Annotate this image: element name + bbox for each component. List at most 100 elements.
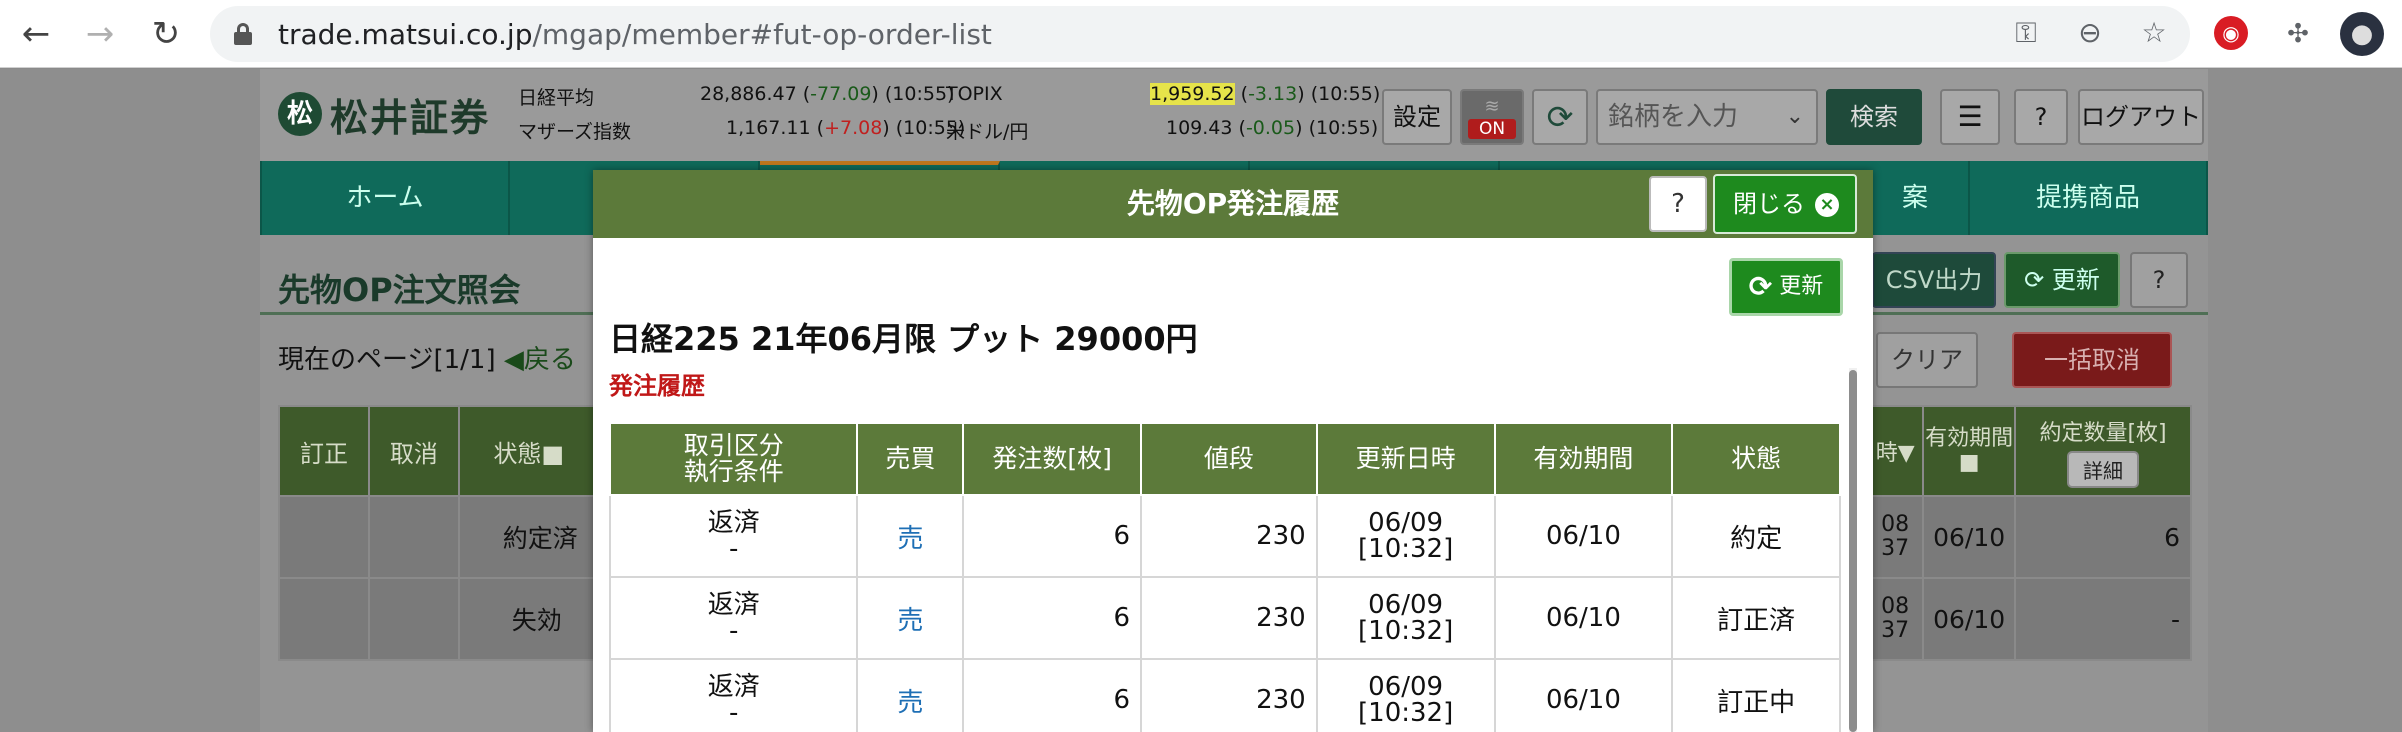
col-header: 取消	[367, 405, 460, 497]
close-icon: ×	[1815, 193, 1839, 217]
star-icon[interactable]: ☆	[2136, 16, 2172, 49]
url-text[interactable]: trade.matsui.co.jp/mgap/member#fut-op-or…	[278, 18, 992, 51]
index-name: TOPIX	[946, 83, 1003, 105]
index-value: 109.43 (-0.05) (10:55)	[1166, 117, 1379, 139]
index-value: 28,886.47 (-77.09) (10:55)	[700, 83, 955, 105]
bulk-cancel-button[interactable]: 一括取消	[2012, 332, 2172, 388]
chevron-down-icon: ⌄	[1785, 104, 1804, 129]
col-header-validity: 有効期間	[1493, 422, 1674, 496]
url-host: trade.matsui.co.jp	[278, 18, 533, 51]
modal-refresh-button[interactable]: ⟳ 更新	[1729, 258, 1843, 316]
extension-shield-icon[interactable]: ◉	[2214, 16, 2248, 50]
kind-cell: 返済 -	[608, 658, 859, 732]
logo-text: 松井証券	[330, 94, 491, 140]
refresh-icon: ⟳	[2024, 266, 2045, 294]
back-link[interactable]: ◀戻る	[504, 345, 576, 375]
url-path: /mgap/member#fut-op-order-list	[532, 18, 992, 51]
modal-help-button[interactable]: ?	[1649, 176, 1707, 232]
wifi-on-toggle[interactable]: ≋ ON	[1460, 89, 1524, 145]
index-name: マザーズ指数	[518, 121, 632, 143]
qty-cell: -	[2014, 577, 2192, 661]
csv-export-button[interactable]: CSV出力	[1872, 252, 1996, 308]
page-help-button[interactable]: ?	[2130, 252, 2188, 308]
order-history-modal: 先物OP発注履歴 ? 閉じる × ⟳ 更新 日経225 21年06月限 プット 2…	[593, 170, 1873, 732]
side-link[interactable]: 売	[856, 494, 965, 578]
datetime-cell: 08 37	[1866, 495, 1925, 579]
avatar[interactable]: ●	[2340, 12, 2384, 56]
price-cell: 230	[1139, 658, 1318, 732]
modal-header: 先物OP発注履歴 ? 閉じる ×	[593, 170, 1873, 238]
status-cell: 約定済	[457, 495, 600, 579]
price-cell: 230	[1139, 494, 1318, 578]
settings-button[interactable]: 設定	[1382, 89, 1452, 145]
col-header: 約定数量[枚] 詳細	[2014, 405, 2192, 497]
address-bar[interactable]: trade.matsui.co.jp/mgap/member#fut-op-or…	[210, 6, 2190, 62]
back-arrow-icon[interactable]: ←	[14, 12, 58, 56]
col-header[interactable]: 時▼	[1866, 405, 1925, 497]
table-row: 返済 - 売 6 230 06/09 [10:32] 06/10 約定	[608, 494, 1841, 578]
col-header-qty: 発注数[枚]	[962, 422, 1142, 496]
validity-cell: 06/10	[1922, 577, 2017, 661]
updated-cell: 06/09 [10:32]	[1315, 494, 1496, 578]
detail-button[interactable]: 詳細	[2067, 450, 2140, 488]
site-header: 松 松井証券 日経平均 28,886.47 (-77.09) (10:55) マ…	[260, 69, 2208, 161]
page-refresh-button[interactable]: ⟳ 更新	[2004, 252, 2120, 308]
puzzle-icon[interactable]: ✣	[2276, 12, 2320, 56]
key-icon[interactable]: ⚿	[2008, 16, 2044, 50]
col-header-kind: 取引区分 執行条件	[608, 422, 859, 496]
on-label: ON	[1468, 119, 1516, 139]
index-name: 米ドル/円	[946, 121, 1029, 143]
index-value: 1,167.11 (+7.08) (10:55)	[726, 117, 966, 139]
col-header-status: 状態	[1671, 422, 1841, 496]
forward-arrow-icon[interactable]: →	[78, 12, 122, 56]
logout-button[interactable]: ログアウト	[2078, 89, 2204, 145]
status-cell: 訂正済	[1671, 576, 1841, 660]
col-header-updated: 更新日時	[1315, 422, 1496, 496]
search-button[interactable]: 検索	[1826, 89, 1922, 145]
wifi-icon: ≋	[1484, 96, 1500, 117]
kind-cell: 返済 -	[608, 494, 859, 578]
qty-cell: 6	[962, 658, 1142, 732]
edit-cell	[278, 577, 370, 661]
qty-cell: 6	[962, 494, 1142, 578]
section-label: 発注履歴	[609, 372, 705, 400]
col-header-label: 約定数量[枚]	[2039, 420, 2167, 446]
cancel-cell	[367, 495, 460, 579]
validity-cell: 06/10	[1922, 495, 2017, 579]
status-cell: 失効	[457, 577, 600, 661]
help-button[interactable]: ?	[2014, 89, 2068, 145]
modal-close-button[interactable]: 閉じる ×	[1713, 174, 1857, 234]
zoom-out-icon[interactable]: ⊖	[2072, 16, 2108, 49]
side-link[interactable]: 売	[856, 658, 965, 732]
side-link[interactable]: 売	[856, 576, 965, 660]
page-title: 先物OP注文照会	[278, 271, 521, 309]
col-header: 訂正	[278, 405, 370, 497]
refresh-icon[interactable]: ⟳	[1532, 89, 1588, 145]
kind-cell: 返済 -	[608, 576, 859, 660]
col-header[interactable]: 状態■	[457, 405, 600, 497]
cancel-cell	[367, 577, 460, 661]
nav-home[interactable]: ホーム	[260, 161, 510, 235]
validity-cell: 06/10	[1493, 494, 1674, 578]
clear-button[interactable]: クリア	[1876, 332, 1978, 388]
datetime-cell: 08 37	[1866, 577, 1925, 661]
refresh-icon: ⟳	[1748, 270, 1773, 303]
status-cell: 訂正中	[1671, 658, 1841, 732]
price-cell: 230	[1139, 576, 1318, 660]
reload-icon[interactable]: ↻	[144, 12, 188, 56]
validity-cell: 06/10	[1493, 658, 1674, 732]
index-name: 日経平均	[518, 87, 595, 109]
product-name: 日経225 21年06月限 プット 29000円	[609, 320, 1198, 358]
list-menu-icon[interactable]: ☰	[1940, 89, 2000, 145]
symbol-search-input[interactable]: 銘柄を入力 ⌄	[1596, 89, 1818, 145]
index-value: 1,959.52 (-3.13) (10:55)	[1150, 83, 1381, 105]
nav-partner-products[interactable]: 提携商品	[1970, 161, 2208, 235]
qty-cell: 6	[962, 576, 1142, 660]
col-header[interactable]: 有効期間■	[1922, 405, 2017, 497]
scrollbar-thumb[interactable]	[1849, 370, 1857, 732]
updated-cell: 06/09 [10:32]	[1315, 576, 1496, 660]
qty-cell: 6	[2014, 495, 2192, 579]
logo[interactable]: 松 松井証券	[278, 89, 491, 140]
table-row: 返済 - 売 6 230 06/09 [10:32] 06/10 訂正済	[608, 576, 1841, 660]
table-row: 返済 - 売 6 230 06/09 [10:32] 06/10 訂正中	[608, 658, 1841, 732]
